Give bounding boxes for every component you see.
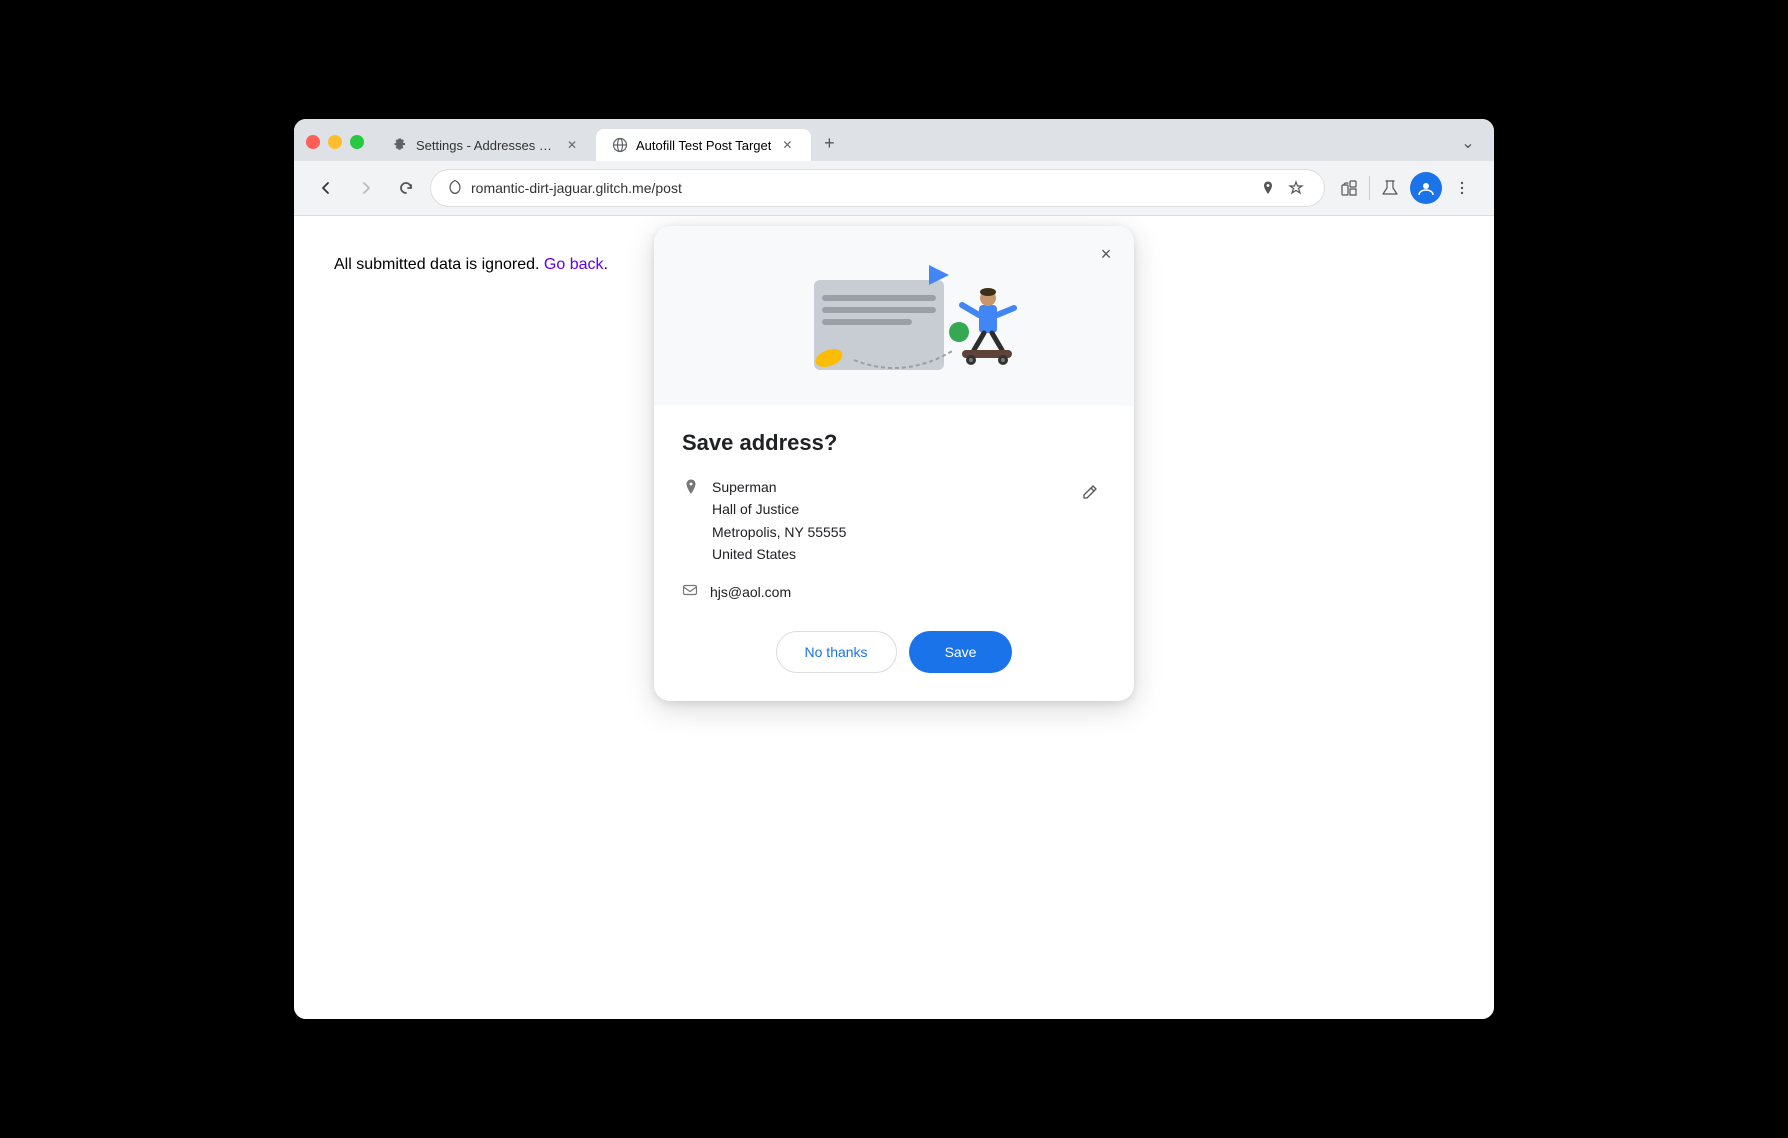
lab-button[interactable]: [1374, 172, 1406, 204]
menu-icon: [1453, 179, 1471, 197]
back-icon: [317, 179, 335, 197]
save-address-popup: × Save address? Superman: [654, 226, 1134, 701]
nav-separator: [1369, 176, 1370, 200]
browser-window: Settings - Addresses and mo ✕ Autofill T…: [294, 119, 1494, 1019]
illustration-svg: [734, 250, 1054, 390]
profile-icon: [1417, 179, 1435, 197]
back-button[interactable]: [310, 172, 342, 204]
profile-button[interactable]: [1410, 172, 1442, 204]
extensions-button[interactable]: [1333, 172, 1365, 204]
star-icon: [1288, 180, 1304, 196]
popup-close-button[interactable]: ×: [1090, 238, 1122, 270]
gear-icon: [392, 137, 408, 153]
page-content: All submitted data is ignored. Go back.: [294, 216, 1494, 1019]
forward-icon: [357, 179, 375, 197]
globe-icon: [612, 137, 628, 153]
edit-address-button[interactable]: [1074, 476, 1106, 508]
popup-actions: No thanks Save: [682, 631, 1106, 673]
nav-bar: romantic-dirt-jaguar.glitch.me/post: [294, 161, 1494, 216]
popup-body: Save address? Superman Hall of Justice M…: [654, 406, 1134, 701]
title-bar: Settings - Addresses and mo ✕ Autofill T…: [294, 119, 1494, 161]
popup-overlay: × Save address? Superman: [294, 216, 1494, 1019]
email-text: hjs@aol.com: [710, 584, 791, 600]
reload-icon: [397, 179, 415, 197]
tab-settings-title: Settings - Addresses and mo: [416, 138, 556, 153]
tab-overflow-button[interactable]: ⌄: [1454, 129, 1482, 157]
illustration: [678, 250, 1110, 390]
address-country: United States: [712, 543, 1062, 565]
period: .: [604, 256, 608, 273]
tab-autofill-close[interactable]: ✕: [779, 137, 795, 153]
puzzle-icon: [1340, 179, 1358, 197]
traffic-lights: [306, 135, 364, 161]
popup-header: ×: [654, 226, 1134, 406]
address-street: Hall of Justice: [712, 498, 1062, 520]
address-details: Superman Hall of Justice Metropolis, NY …: [712, 476, 1062, 566]
address-name: Superman: [712, 476, 1062, 498]
edit-icon: [1082, 484, 1098, 500]
email-section: hjs@aol.com: [682, 582, 1106, 603]
reload-button[interactable]: [390, 172, 422, 204]
save-button[interactable]: Save: [909, 631, 1013, 673]
tab-settings-close[interactable]: ✕: [564, 137, 580, 153]
location-icon: [1260, 180, 1276, 196]
traffic-light-close[interactable]: [306, 135, 320, 149]
new-tab-button[interactable]: +: [815, 129, 843, 157]
address-section: Superman Hall of Justice Metropolis, NY …: [682, 476, 1106, 566]
address-actions: [1256, 176, 1308, 200]
star-button[interactable]: [1284, 176, 1308, 200]
traffic-light-minimize[interactable]: [328, 135, 342, 149]
location-pin-icon: [682, 478, 700, 501]
tab-settings[interactable]: Settings - Addresses and mo ✕: [376, 129, 596, 161]
no-thanks-button[interactable]: No thanks: [776, 631, 897, 673]
nav-actions: [1333, 172, 1478, 204]
go-back-link[interactable]: Go back: [544, 256, 604, 273]
address-bar[interactable]: romantic-dirt-jaguar.glitch.me/post: [430, 169, 1325, 207]
security-icon: [447, 179, 463, 198]
url-text: romantic-dirt-jaguar.glitch.me/post: [471, 180, 1248, 196]
tab-bar: Settings - Addresses and mo ✕ Autofill T…: [376, 129, 1482, 161]
tab-autofill[interactable]: Autofill Test Post Target ✕: [596, 129, 811, 161]
traffic-light-maximize[interactable]: [350, 135, 364, 149]
tab-autofill-title: Autofill Test Post Target: [636, 138, 771, 153]
location-pin-button[interactable]: [1256, 176, 1280, 200]
page-text-static: All submitted data is ignored.: [334, 256, 539, 273]
address-city-state-zip: Metropolis, NY 55555: [712, 521, 1062, 543]
menu-button[interactable]: [1446, 172, 1478, 204]
popup-title: Save address?: [682, 430, 1106, 456]
email-icon: [682, 582, 698, 603]
forward-button[interactable]: [350, 172, 382, 204]
lab-icon: [1381, 179, 1399, 197]
